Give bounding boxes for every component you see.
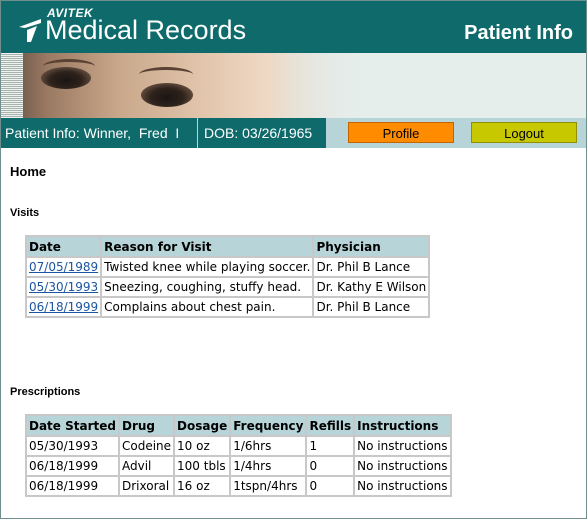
table-row: 07/05/1989 Twisted knee while playing so…: [24, 256, 431, 278]
table-cell: Drixoral: [117, 475, 176, 497]
patient-name: Patient Info: Winner, Fred I: [1, 118, 197, 148]
table-cell: No instructions: [353, 475, 452, 497]
patient-info-bar: Patient Info: Winner, Fred I DOB: 03/26/…: [1, 118, 586, 148]
table-cell: No instructions: [353, 455, 452, 477]
table-cell: 0: [305, 475, 356, 497]
table-row: 05/30/1993 Codeine 10 oz 1/6hrs 1 No ins…: [25, 435, 452, 457]
profile-button[interactable]: Profile: [348, 122, 454, 143]
page-heading: Patient Info: [464, 22, 573, 44]
banner-image: [1, 53, 586, 118]
table-row: 06/18/1999 Drixoral 16 oz 1tspn/4hrs 0 N…: [25, 475, 452, 497]
table-cell: 1/6hrs: [229, 435, 308, 457]
table-cell: Codeine: [117, 435, 176, 457]
table-cell: 07/05/1989: [24, 256, 103, 278]
table-header-row: Date Reason for Visit Physician: [24, 235, 431, 258]
table-cell: 06/18/1999: [25, 475, 120, 497]
column-header: Dosage: [173, 414, 232, 437]
table-cell: Advil: [117, 455, 176, 477]
column-header: Physician: [312, 235, 431, 258]
table-header-row: Date Started Drug Dosage Frequency Refil…: [25, 414, 452, 437]
table-cell: 1/4hrs: [229, 455, 308, 477]
column-header: Reason for Visit: [100, 235, 315, 258]
table-cell: 16 oz: [173, 475, 232, 497]
table-cell: 06/18/1999: [25, 455, 120, 477]
column-header: Frequency: [229, 414, 308, 437]
table-cell: 05/30/1993: [24, 276, 103, 298]
avitek-logo-icon: [19, 19, 41, 42]
visit-date-link[interactable]: 06/18/1999: [29, 300, 98, 314]
patient-dob: DOB: 03/26/1965: [198, 118, 326, 148]
column-header: Refills: [305, 414, 356, 437]
visits-heading: Visits: [10, 207, 40, 219]
table-cell: 1tspn/4hrs: [229, 475, 308, 497]
header: AVITEK Medical Records Patient Info: [1, 1, 586, 53]
banner-stripes: [1, 53, 23, 118]
table-row: 05/30/1993 Sneezing, coughing, stuffy he…: [24, 276, 431, 298]
banner-fade: [271, 53, 586, 118]
table-row: 06/18/1999 Complains about chest pain. D…: [24, 296, 431, 318]
table-cell: 100 tbls: [173, 455, 232, 477]
breadcrumb: Home: [10, 164, 47, 179]
visit-date-link[interactable]: 07/05/1989: [29, 260, 98, 274]
table-cell: 10 oz: [173, 435, 232, 457]
left-eye: [41, 67, 91, 89]
right-brow: [139, 67, 193, 82]
visit-date-link[interactable]: 05/30/1993: [29, 280, 98, 294]
table-cell: Complains about chest pain.: [100, 296, 315, 318]
table-cell: No instructions: [353, 435, 452, 457]
column-header: Drug: [117, 414, 176, 437]
table-cell: Twisted knee while playing soccer.: [100, 256, 315, 278]
table-cell: 1: [305, 435, 356, 457]
table-row: 06/18/1999 Advil 100 tbls 1/4hrs 0 No in…: [25, 455, 452, 477]
table-cell: Dr. Kathy E Wilson: [312, 276, 431, 298]
app-title: Medical Records: [45, 15, 247, 45]
column-header: Date Started: [25, 414, 120, 437]
table-cell: 05/30/1993: [25, 435, 120, 457]
logout-button[interactable]: Logout: [471, 122, 577, 143]
right-eye: [141, 83, 193, 107]
table-cell: 06/18/1999: [24, 296, 103, 318]
table-cell: Dr. Phil B Lance: [312, 296, 431, 318]
table-cell: Sneezing, coughing, stuffy head.: [100, 276, 315, 298]
table-cell: 0: [305, 455, 356, 477]
column-header: Instructions: [353, 414, 452, 437]
table-cell: Dr. Phil B Lance: [312, 256, 431, 278]
column-header: Date: [24, 235, 103, 258]
visits-table: Date Reason for Visit Physician 07/05/19…: [24, 235, 431, 318]
prescriptions-table: Date Started Drug Dosage Frequency Refil…: [25, 414, 452, 497]
prescriptions-heading: Prescriptions: [10, 386, 81, 398]
